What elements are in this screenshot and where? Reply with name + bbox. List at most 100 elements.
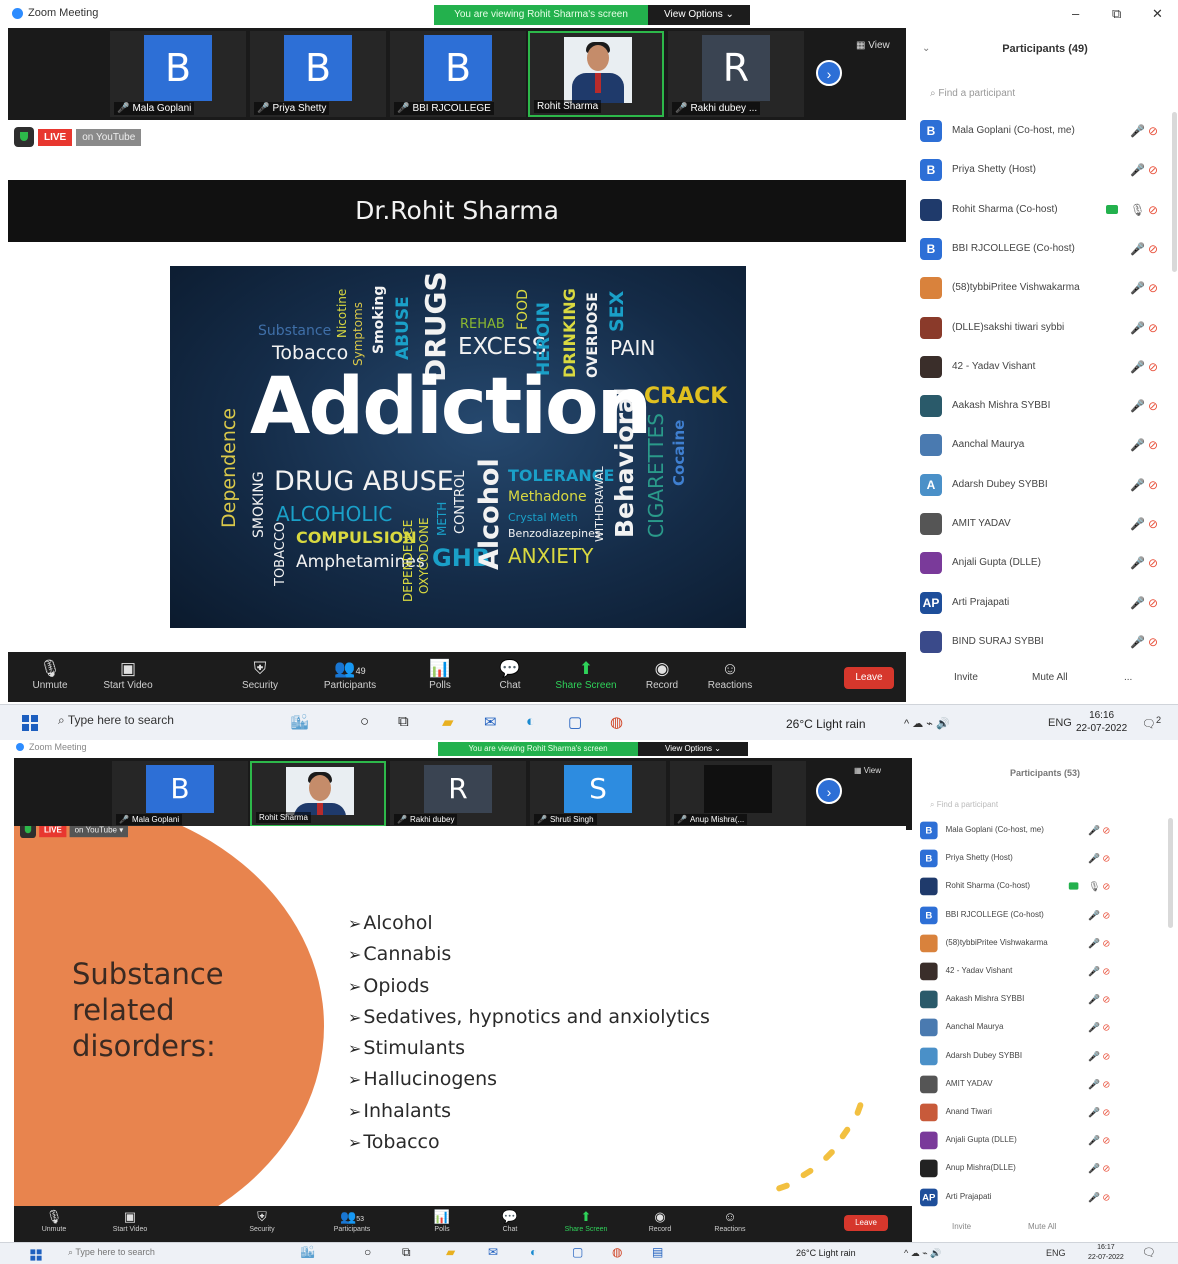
- close-icon[interactable]: ✕: [1152, 6, 1163, 22]
- video-off-icon[interactable]: ⊘: [1102, 909, 1110, 920]
- video-off-icon[interactable]: ⊘: [1102, 1079, 1110, 1090]
- mic-muted-icon[interactable]: 🎤: [1130, 399, 1145, 413]
- windows-start-icon[interactable]: [30, 1249, 42, 1261]
- more-options-button[interactable]: ...: [1124, 672, 1132, 683]
- participant-row[interactable]: B Mala Goplani (Co-host, me) 🎤 ⊘: [920, 820, 1120, 844]
- edge-icon[interactable]: ◐: [530, 1245, 537, 1259]
- panel-scrollbar[interactable]: [1168, 818, 1173, 928]
- mic-muted-icon[interactable]: 🎤: [1130, 478, 1145, 492]
- next-page-icon[interactable]: ›: [816, 778, 842, 804]
- video-off-icon[interactable]: ⊘: [1102, 1191, 1110, 1202]
- invite-button[interactable]: Invite: [954, 672, 978, 683]
- video-off-icon[interactable]: ⊘: [1148, 281, 1158, 295]
- view-button[interactable]: ▦ View: [854, 766, 881, 775]
- leave-button[interactable]: Leave: [844, 1215, 888, 1231]
- participant-row[interactable]: Rohit Sharma (Co-host) 🎙 ⊘: [920, 876, 1120, 900]
- participant-row[interactable]: Aakash Mishra SYBBI 🎤 ⊘: [920, 393, 1170, 423]
- video-off-icon[interactable]: ⊘: [1148, 163, 1158, 177]
- zoom-app-icon[interactable]: ▢: [572, 1245, 583, 1259]
- participant-row[interactable]: Anup Mishra(DLLE) 🎤 ⊘: [920, 1158, 1120, 1182]
- system-tray-icons[interactable]: ^ ☁ ⌁ 🔊: [904, 1248, 941, 1259]
- mic-on-icon[interactable]: 🎙: [1130, 203, 1145, 217]
- view-options-button[interactable]: View Options ⌄: [648, 5, 750, 25]
- participant-row[interactable]: Adarsh Dubey SYBBI 🎤 ⊘: [920, 1046, 1120, 1070]
- video-off-icon[interactable]: ⊘: [1102, 1107, 1110, 1118]
- share-screen-button[interactable]: ⬆ Share Screen: [546, 658, 626, 691]
- video-tile[interactable]: R 🎤 Rakhi dubey: [390, 761, 526, 827]
- windows-start-icon[interactable]: [22, 715, 38, 731]
- participant-row[interactable]: B Mala Goplani (Co-host, me) 🎤 ⊘: [920, 118, 1170, 148]
- mic-muted-icon[interactable]: 🎤: [1130, 438, 1145, 452]
- mic-muted-icon[interactable]: 🎤: [1088, 994, 1100, 1005]
- mute-all-button[interactable]: Mute All: [1032, 672, 1068, 683]
- video-tile[interactable]: B 🎤 Mala Goplani: [110, 31, 246, 117]
- zoom-app-icon[interactable]: ▢: [568, 713, 582, 731]
- mic-muted-icon[interactable]: 🎤: [1130, 360, 1145, 374]
- participant-row[interactable]: 42 - Yadav Vishant 🎤 ⊘: [920, 354, 1170, 384]
- polls-button[interactable]: 📊 Polls: [400, 658, 480, 691]
- reactions-button[interactable]: ☺ Reactions: [690, 1208, 770, 1233]
- mic-muted-icon[interactable]: 🎤: [1088, 1079, 1100, 1090]
- live-badge[interactable]: LIVE: [38, 128, 73, 146]
- video-tile[interactable]: R 🎤 Rakhi dubey ...: [668, 31, 804, 117]
- participant-row[interactable]: B Priya Shetty (Host) 🎤 ⊘: [920, 157, 1170, 187]
- video-tile[interactable]: B 🎤 Mala Goplani: [112, 761, 248, 827]
- clock[interactable]: 16:17 22-07-2022: [1088, 1243, 1124, 1263]
- mail-icon[interactable]: ✉: [488, 1245, 498, 1259]
- participant-row[interactable]: AMIT YADAV 🎤 ⊘: [920, 1074, 1120, 1098]
- video-off-icon[interactable]: ⊘: [1102, 853, 1110, 864]
- mic-muted-icon[interactable]: 🎤: [1088, 909, 1100, 920]
- outlook-icon[interactable]: ▤: [652, 1245, 663, 1259]
- video-off-icon[interactable]: ⊘: [1102, 1022, 1110, 1033]
- video-on-icon[interactable]: [1068, 882, 1079, 890]
- weather-widget[interactable]: 26°C Light rain: [786, 717, 866, 731]
- mute-all-button[interactable]: Mute All: [1028, 1222, 1056, 1231]
- invite-button[interactable]: Invite: [952, 1222, 971, 1231]
- video-off-icon[interactable]: ⊘: [1148, 242, 1158, 256]
- mic-muted-icon[interactable]: 🎤: [1130, 635, 1145, 649]
- participant-row[interactable]: 42 - Yadav Vishant 🎤 ⊘: [920, 961, 1120, 985]
- video-on-icon[interactable]: [1106, 204, 1118, 214]
- mic-muted-icon[interactable]: 🎤: [1130, 321, 1145, 335]
- mic-muted-icon[interactable]: 🎤: [1088, 966, 1100, 977]
- restore-icon[interactable]: ⧉: [1112, 6, 1121, 22]
- mic-muted-icon[interactable]: 🎤: [1088, 938, 1100, 949]
- unmute-button[interactable]: 🎙 Unmute: [10, 658, 90, 691]
- youtube-badge[interactable]: on YouTube ▾: [69, 826, 129, 837]
- video-off-icon[interactable]: ⊘: [1148, 635, 1158, 649]
- news-widget-icon[interactable]: 🏙: [290, 713, 309, 731]
- cortana-icon[interactable]: ○: [364, 1245, 371, 1259]
- participant-row[interactable]: Rohit Sharma (Co-host) 🎙 ⊘: [920, 197, 1170, 227]
- video-off-icon[interactable]: ⊘: [1148, 556, 1158, 570]
- video-off-icon[interactable]: ⊘: [1102, 994, 1110, 1005]
- view-options-button[interactable]: View Options ⌄: [638, 742, 748, 756]
- video-off-icon[interactable]: ⊘: [1148, 321, 1158, 335]
- video-tile[interactable]: B 🎤 BBI RJCOLLEGE: [390, 31, 526, 117]
- participant-row[interactable]: A Adarsh Dubey SYBBI 🎤 ⊘: [920, 472, 1170, 502]
- participant-row[interactable]: Anjali Gupta (DLLE) 🎤 ⊘: [920, 550, 1170, 580]
- mic-muted-icon[interactable]: 🎤: [1130, 596, 1145, 610]
- participant-row[interactable]: B Priya Shetty (Host) 🎤 ⊘: [920, 848, 1120, 872]
- participant-search-input[interactable]: ⌕ Find a participant: [930, 800, 998, 810]
- participant-row[interactable]: (58)tybbiPritee Vishwakarma 🎤 ⊘: [920, 933, 1120, 957]
- youtube-badge[interactable]: on YouTube: [76, 128, 142, 146]
- start-video-button[interactable]: ▣ Start Video: [88, 658, 168, 691]
- start-video-button[interactable]: ▣ Start Video: [90, 1208, 170, 1233]
- chevron-down-icon[interactable]: ⌄: [922, 43, 930, 54]
- task-view-icon[interactable]: ⧉: [402, 1245, 411, 1260]
- chrome-icon[interactable]: ◍: [612, 1245, 622, 1259]
- participant-row[interactable]: AMIT YADAV 🎤 ⊘: [920, 511, 1170, 541]
- notification-icon[interactable]: 🗨2: [1142, 715, 1161, 731]
- participants-button[interactable]: 👥49 Participants: [310, 658, 390, 691]
- participant-row[interactable]: (DLLE)sakshi tiwari sybbi 🎤 ⊘: [920, 315, 1170, 345]
- video-tile[interactable]: S 🎤 Shruti Singh: [530, 761, 666, 827]
- next-page-icon[interactable]: ›: [816, 60, 842, 86]
- participant-row[interactable]: BIND SURAJ SYBBI 🎤 ⊘: [920, 629, 1170, 659]
- mic-muted-icon[interactable]: 🎤: [1130, 517, 1145, 531]
- view-button[interactable]: ▦ View: [856, 40, 890, 51]
- participant-row[interactable]: Anand Tiwari 🎤 ⊘: [920, 1102, 1120, 1126]
- participant-row[interactable]: Anjali Gupta (DLLE) 🎤 ⊘: [920, 1130, 1120, 1154]
- cortana-icon[interactable]: ○: [360, 713, 369, 730]
- file-explorer-icon[interactable]: ▰: [446, 1245, 455, 1259]
- video-off-icon[interactable]: ⊘: [1102, 881, 1110, 892]
